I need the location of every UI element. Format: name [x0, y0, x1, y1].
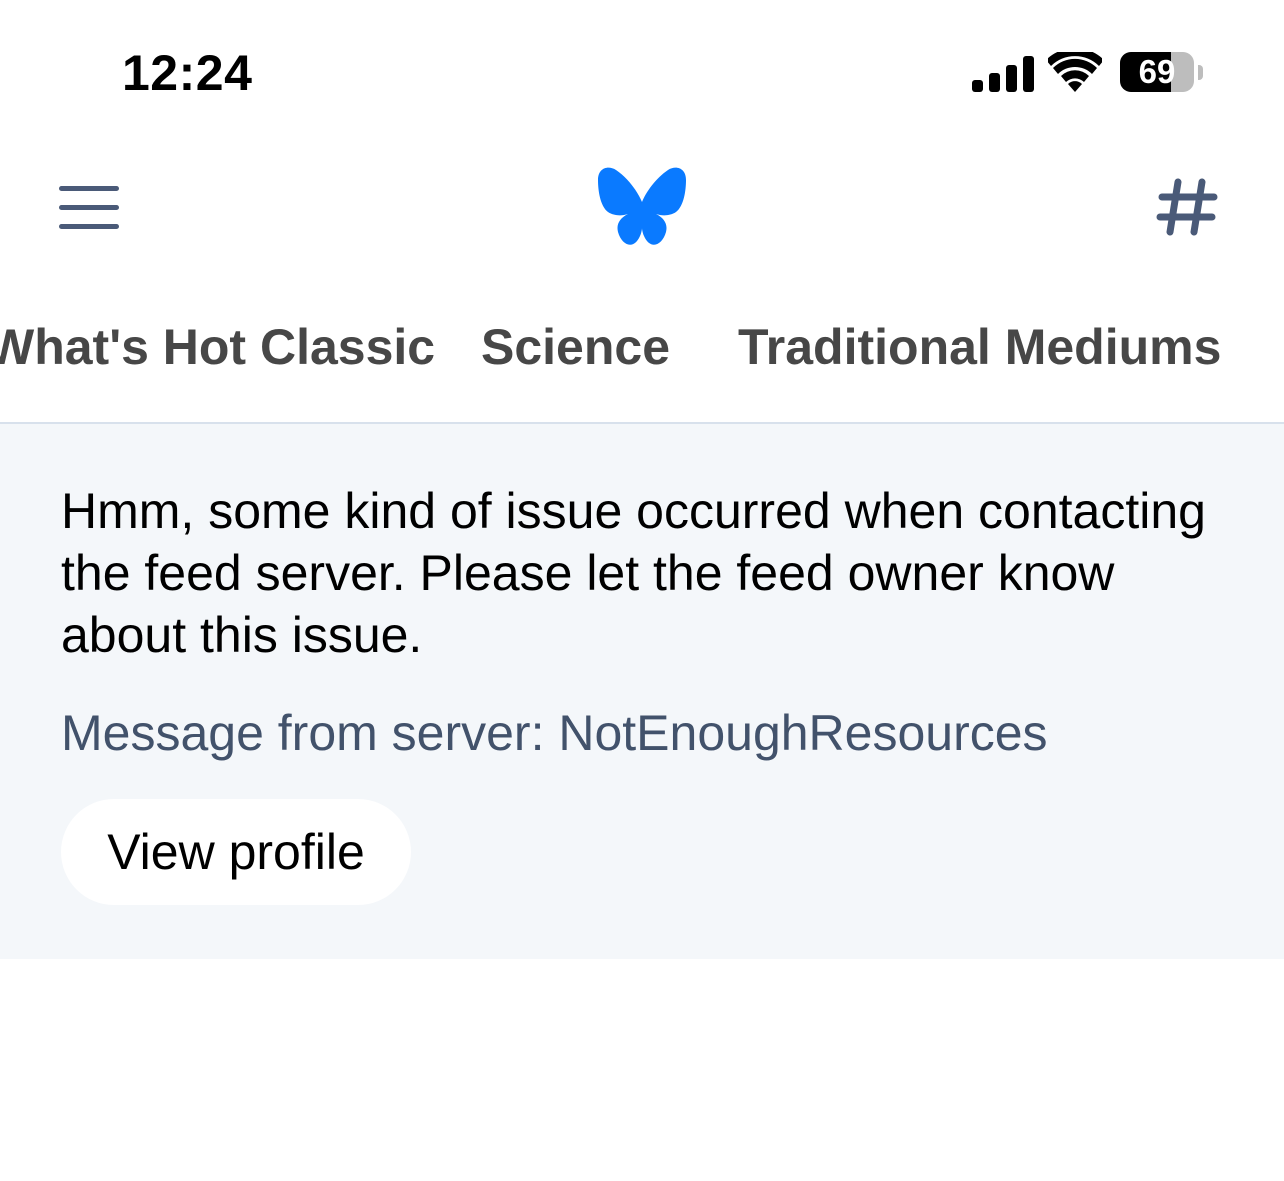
app-screen: 12:24 69 What's Hot Classic Science Trad…: [0, 0, 1284, 1181]
tab-science[interactable]: Science: [481, 318, 670, 376]
butterfly-logo-icon[interactable]: [596, 166, 688, 248]
hamburger-menu-icon[interactable]: [59, 184, 121, 232]
wifi-icon: [1048, 52, 1102, 92]
view-profile-button[interactable]: View profile: [61, 799, 411, 905]
server-message: Message from server: NotEnoughResources: [61, 705, 1048, 761]
signal-icon: [972, 56, 1034, 92]
battery-body: 69: [1120, 52, 1194, 92]
error-message: Hmm, some kind of issue occurred when co…: [61, 483, 1206, 663]
tab-traditional-mediums[interactable]: Traditional Mediums: [738, 318, 1221, 376]
tab-whats-hot-classic[interactable]: What's Hot Classic: [0, 318, 435, 376]
status-bar: 12:24 69: [0, 0, 1284, 130]
battery-tip: [1198, 65, 1203, 80]
battery-icon: 69: [1120, 52, 1204, 94]
feed-error-card: Hmm, some kind of issue occurred when co…: [0, 424, 1284, 959]
battery-level: 69: [1138, 53, 1176, 90]
status-time: 12:24: [122, 45, 253, 101]
feed-tabs: What's Hot Classic Science Traditional M…: [0, 290, 1284, 424]
hash-icon[interactable]: [1156, 178, 1218, 236]
